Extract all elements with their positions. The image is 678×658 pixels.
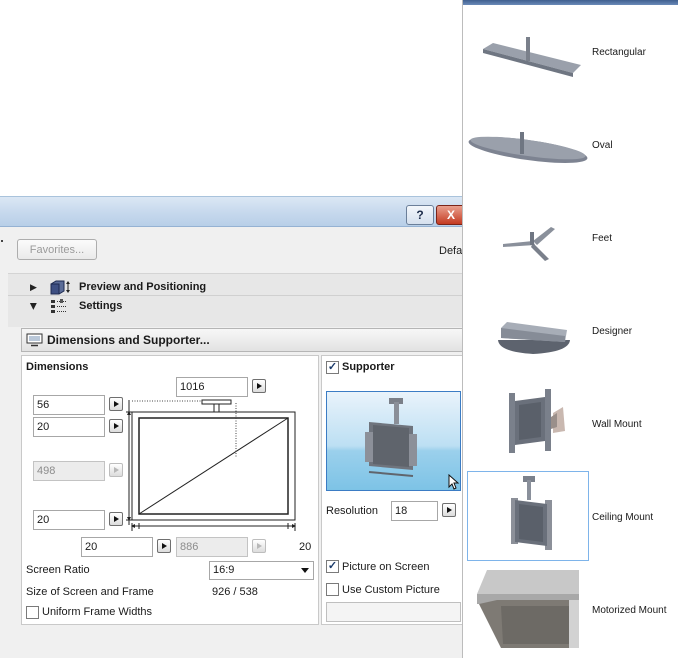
supporter-preview-image[interactable] — [326, 391, 461, 491]
frame-left-arrow-button[interactable] — [157, 539, 171, 553]
supporter-gallery: Rectangular Oval Feet Designer Wall Moun… — [462, 0, 678, 658]
screen-height-field: 498 — [33, 461, 105, 481]
title-bar[interactable]: ? X — [0, 197, 466, 227]
overall-width-field[interactable]: 1016 — [176, 377, 248, 397]
screen-ratio-label: Screen Ratio — [26, 564, 90, 576]
designer-mount-icon — [498, 322, 570, 354]
use-custom-picture-label: Use Custom Picture — [342, 584, 440, 596]
gallery-label-feet: Feet — [592, 233, 613, 244]
dimensions-supporter-title: Dimensions and Supporter... — [47, 333, 210, 347]
section-label-preview: Preview and Positioning — [79, 281, 207, 293]
chevron-down-icon — [301, 568, 309, 573]
monitor-icon — [26, 333, 43, 347]
frame-bottom-field[interactable]: 20 — [33, 510, 105, 530]
gallery-top-bar — [463, 0, 678, 5]
frame-bottom-arrow-button[interactable] — [109, 512, 123, 526]
oval-mount-icon — [468, 132, 588, 163]
ceiling-mount-preview-icon — [365, 398, 417, 477]
size-label: Size of Screen and Frame — [26, 586, 154, 598]
gallery-item-wall-mount[interactable] — [467, 378, 589, 468]
uniform-frame-label: Uniform Frame Widths — [42, 606, 153, 618]
window-edge-marker — [0, 228, 4, 242]
picture-on-screen-checkbox[interactable] — [326, 560, 339, 573]
supporter-label: Supporter — [342, 361, 395, 373]
dimensions-title: Dimensions — [26, 361, 89, 373]
section-settings[interactable]: ▶ Settings — [8, 296, 466, 316]
resolution-arrow-button[interactable] — [442, 503, 456, 517]
gallery-item-ceiling-mount[interactable] — [467, 471, 589, 561]
gallery-item-feet[interactable] — [467, 192, 589, 282]
ceiling-mount-icon — [511, 476, 552, 550]
use-custom-picture-checkbox[interactable] — [326, 583, 339, 596]
frame-left-field[interactable]: 20 — [81, 537, 153, 557]
dimensions-supporter-header[interactable]: Dimensions and Supporter... — [21, 328, 466, 352]
screen-frame-diagram — [126, 399, 296, 531]
gallery-label-motorized-mount: Motorized Mount — [592, 605, 667, 616]
frame-top-field[interactable]: 56 — [33, 395, 105, 415]
rectangular-mount-icon — [483, 37, 581, 77]
gallery-label-ceiling-mount: Ceiling Mount — [592, 512, 654, 523]
collapsed-triangle-icon[interactable]: ▶ — [30, 282, 37, 293]
preview-cube-icon — [50, 280, 70, 295]
gallery-label-oval: Oval — [592, 140, 613, 151]
gallery-item-rectangular[interactable] — [467, 6, 589, 96]
picture-on-screen-label: Picture on Screen — [342, 561, 430, 573]
custom-picture-field — [326, 602, 461, 622]
uniform-frame-checkbox[interactable] — [26, 606, 39, 619]
help-button[interactable]: ? — [406, 205, 434, 225]
screen-width-field: 886 — [176, 537, 248, 557]
gallery-label-wall-mount: Wall Mount — [592, 419, 642, 430]
screen-ratio-select[interactable]: 16:9 — [209, 561, 314, 580]
supporter-checkbox[interactable] — [326, 361, 339, 374]
gallery-item-motorized-mount[interactable] — [467, 564, 589, 654]
feet-mount-icon — [503, 227, 555, 261]
cursor-icon — [448, 474, 460, 490]
resolution-label: Resolution — [326, 505, 378, 517]
gap-top-field[interactable]: 20 — [33, 417, 105, 437]
favorites-button[interactable]: Favorites... — [17, 239, 97, 260]
motorized-mount-icon — [477, 570, 579, 648]
settings-list-icon — [51, 299, 66, 313]
frame-top-arrow-button[interactable] — [109, 397, 123, 411]
default-label: Defa — [439, 245, 463, 257]
screen-ratio-value: 16:9 — [213, 564, 235, 576]
overall-width-arrow-button[interactable] — [252, 379, 266, 393]
screen-height-arrow-button — [109, 463, 123, 477]
gallery-item-designer[interactable] — [467, 285, 589, 375]
gallery-item-oval[interactable] — [467, 99, 589, 189]
section-label-settings: Settings — [79, 300, 123, 312]
gallery-label-rectangular: Rectangular — [592, 47, 646, 58]
wall-mount-icon — [509, 389, 565, 453]
sections-panel: ▶ Preview and Positioning ▶ Settings — [8, 273, 466, 327]
size-value: 926 / 538 — [212, 586, 258, 598]
frame-right-value: 20 — [299, 541, 312, 553]
screen-width-arrow-button — [252, 539, 266, 553]
gallery-label-designer: Designer — [592, 326, 633, 337]
resolution-field[interactable]: 18 — [391, 501, 438, 521]
section-preview-positioning[interactable]: ▶ Preview and Positioning — [8, 277, 466, 297]
gap-top-arrow-button[interactable] — [109, 419, 123, 433]
expanded-triangle-icon[interactable]: ▶ — [28, 303, 39, 310]
